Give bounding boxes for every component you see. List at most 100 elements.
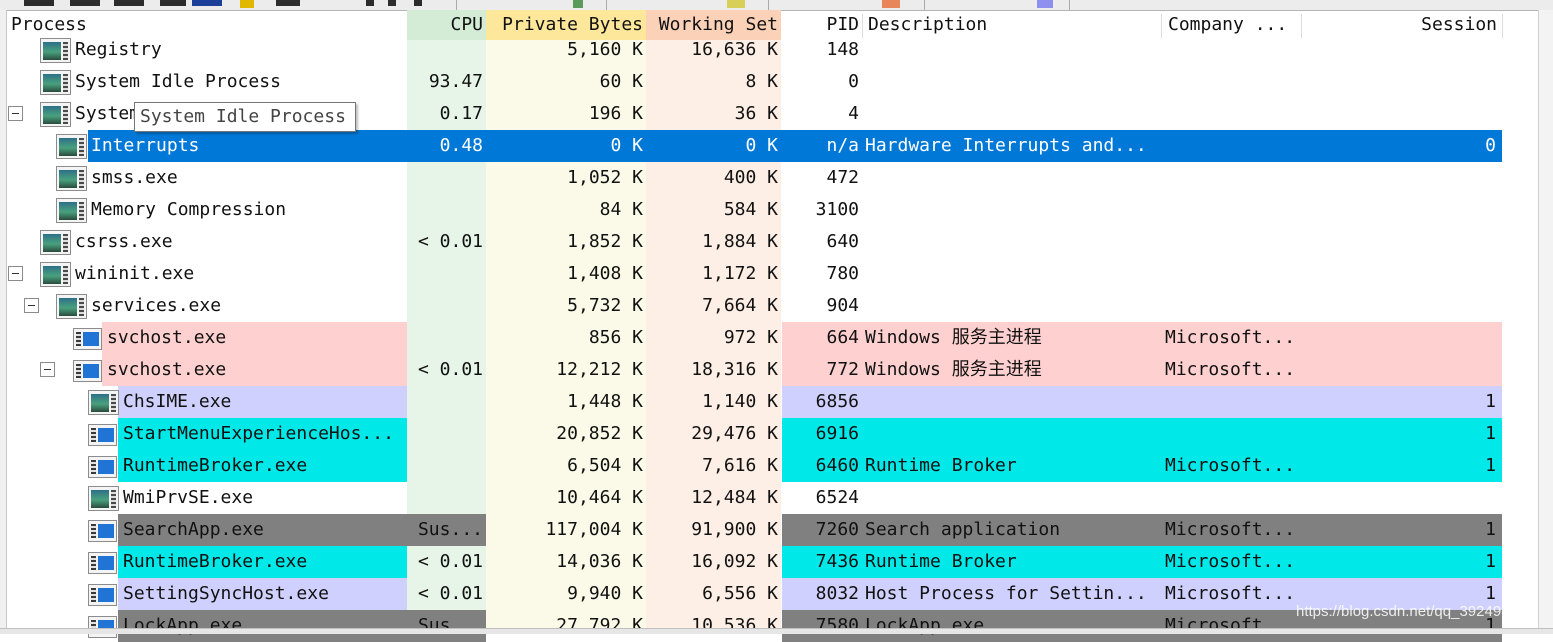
- working-set-value: 12,484 K: [691, 487, 778, 508]
- pid-value: 7580: [815, 615, 859, 636]
- process-row[interactable]: Memory Compression 84 K 584 K 3100: [6, 194, 1502, 226]
- gpu-graph-icon[interactable]: [1037, 0, 1053, 8]
- app-window-icon: [56, 166, 87, 191]
- process-row[interactable]: System Idle Process 93.47 60 K 8 K 0: [6, 66, 1502, 98]
- service-window-icon: [88, 552, 117, 574]
- private-bytes-value: 196 K: [588, 103, 643, 124]
- cpu-value: < 0.01: [417, 583, 483, 604]
- working-set-value: 8 K: [745, 71, 778, 92]
- process-name: Memory Compression: [91, 199, 287, 220]
- description-value: Hardware Interrupts and...: [865, 135, 1147, 156]
- company-value: [1163, 66, 1302, 98]
- collapse-toggle[interactable]: [8, 266, 23, 281]
- process-name: RuntimeBroker.exe: [123, 455, 308, 476]
- working-set-value: 16,636 K: [691, 39, 778, 60]
- pid-value: 772: [826, 359, 859, 380]
- process-row[interactable]: StartMenuExperienceHos... 20,852 K 29,476 …: [6, 418, 1502, 450]
- description-value: [863, 66, 1161, 98]
- app-window-icon: [40, 38, 71, 63]
- process-row[interactable]: SettingSyncHost.exe < 0.01 9,940 K 6,556 K 8…: [6, 578, 1502, 610]
- session-value: 1: [1485, 519, 1496, 540]
- process-row[interactable]: LockApp.exe Sus... 27,792 K 10,536 K 7580 Loc…: [6, 610, 1502, 642]
- process-row[interactable]: csrss.exe < 0.01 1,852 K 1,884 K 640: [6, 226, 1502, 258]
- process-name: svchost.exe: [107, 327, 227, 348]
- pid-value: 4: [848, 103, 859, 124]
- cpu-value: [407, 290, 486, 322]
- cpu-value: [407, 34, 486, 66]
- process-row[interactable]: SearchApp.exe Sus... 117,004 K 91,900 K 7260…: [6, 514, 1502, 546]
- app-window-icon: [56, 134, 87, 159]
- description-value: [863, 162, 1161, 194]
- cpu-value: 0.48: [439, 135, 483, 156]
- pid-value: 7260: [815, 519, 859, 540]
- private-bytes-value: 5,160 K: [567, 39, 643, 60]
- process-name: SettingSyncHost.exe: [123, 583, 329, 604]
- cpu-value: [407, 386, 486, 418]
- toolbar-button[interactable]: [114, 0, 144, 6]
- process-name: wininit.exe: [75, 263, 195, 284]
- private-bytes-value: 117,004 K: [545, 519, 643, 540]
- process-row[interactable]: services.exe 5,732 K 7,664 K 904: [6, 290, 1502, 322]
- find-icon[interactable]: [240, 0, 254, 8]
- description-value: [863, 194, 1161, 226]
- session-value: 1: [1485, 391, 1496, 412]
- collapse-toggle[interactable]: [8, 106, 23, 121]
- private-bytes-value: 1,852 K: [567, 231, 643, 252]
- cpu-value: < 0.01: [417, 359, 483, 380]
- toolbar-separator: [1069, 0, 1070, 10]
- process-row[interactable]: Registry 5,160 K 16,636 K 148: [6, 34, 1502, 66]
- company-value: Microsoft...: [1165, 359, 1296, 380]
- process-row[interactable]: smss.exe 1,052 K 400 K 472: [6, 162, 1502, 194]
- process-row[interactable]: RuntimeBroker.exe 6,504 K 7,616 K 6460 Runti…: [6, 450, 1502, 482]
- toolbar-button[interactable]: [276, 0, 300, 6]
- toolbar-button[interactable]: [414, 0, 422, 6]
- pid-value: 780: [826, 263, 859, 284]
- company-value: [1163, 290, 1302, 322]
- collapse-toggle[interactable]: [40, 362, 55, 377]
- pid-value: 6524: [815, 487, 859, 508]
- cpu-value: < 0.01: [417, 231, 483, 252]
- pid-value: 472: [826, 167, 859, 188]
- private-bytes-value: 856 K: [588, 327, 643, 348]
- cpu-value: [407, 162, 486, 194]
- app-window-icon: [56, 198, 87, 223]
- vertical-scrollbar[interactable]: [1538, 10, 1553, 633]
- process-row[interactable]: wininit.exe 1,408 K 1,172 K 780: [6, 258, 1502, 290]
- toolbar-button[interactable]: [24, 0, 54, 6]
- process-name: SearchApp.exe: [123, 519, 264, 540]
- description-value: Runtime Broker: [865, 455, 1017, 476]
- header-divider[interactable]: [1502, 14, 1503, 38]
- company-value: [1163, 194, 1302, 226]
- toolbar-button[interactable]: [70, 0, 100, 6]
- toolbar-button[interactable]: [366, 0, 374, 6]
- toolbar-button[interactable]: [160, 0, 186, 6]
- company-value: Microsoft...: [1165, 327, 1296, 348]
- private-bytes-value: 6,504 K: [567, 455, 643, 476]
- toolbar-button[interactable]: [388, 0, 396, 6]
- working-set-value: 16,092 K: [691, 551, 778, 572]
- horizontal-scrollbar[interactable]: [0, 628, 1553, 634]
- process-row[interactable]: Interrupts 0.48 0 K 0 K n/a Hardware Interrup…: [6, 130, 1502, 162]
- toolbar-button[interactable]: [192, 0, 222, 6]
- process-row[interactable]: svchost.exe < 0.01 12,212 K 18,316 K 772 Wind…: [6, 354, 1502, 386]
- io-graph-icon[interactable]: [882, 0, 900, 8]
- company-value: Microsoft...: [1165, 583, 1296, 604]
- commit-graph-icon[interactable]: [727, 0, 745, 8]
- cpu-graph-icon[interactable]: [573, 0, 583, 8]
- private-bytes-value: 1,408 K: [567, 263, 643, 284]
- process-name: svchost.exe: [107, 359, 227, 380]
- process-row[interactable]: ChsIME.exe 1,448 K 1,140 K 6856 1: [6, 386, 1502, 418]
- cpu-value: < 0.01: [417, 551, 483, 572]
- description-value: [863, 226, 1161, 258]
- app-window-icon: [40, 102, 71, 127]
- process-row[interactable]: RuntimeBroker.exe < 0.01 14,036 K 16,092 K 7…: [6, 546, 1502, 578]
- collapse-toggle[interactable]: [24, 298, 39, 313]
- pid-value: n/a: [826, 135, 859, 156]
- process-name: smss.exe: [91, 167, 178, 188]
- app-window-icon: [40, 262, 71, 287]
- description-value: Windows 服务主进程: [865, 359, 1042, 380]
- process-row[interactable]: svchost.exe 856 K 972 K 664 Windows 服务主进程 Mic…: [6, 322, 1502, 354]
- process-row[interactable]: WmiPrvSE.exe 10,464 K 12,484 K 6524: [6, 482, 1502, 514]
- pid-value: 664: [826, 327, 859, 348]
- service-window-icon: [88, 520, 117, 542]
